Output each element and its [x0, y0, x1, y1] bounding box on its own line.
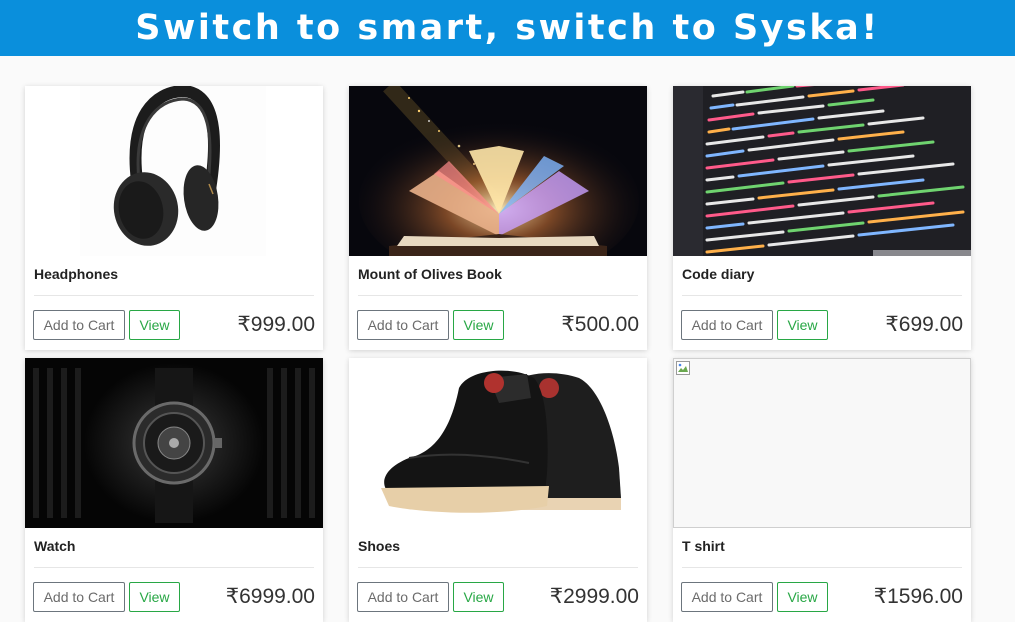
product-price: ₹699.00	[885, 313, 963, 336]
product-title: T shirt	[682, 538, 725, 554]
divider	[358, 295, 638, 296]
add-to-cart-button[interactable]: Add to Cart	[33, 310, 125, 340]
product-title: Shoes	[358, 538, 401, 554]
add-to-cart-button[interactable]: Add to Cart	[681, 310, 773, 340]
view-button[interactable]: View	[453, 582, 504, 612]
header-banner: Switch to smart, switch to Syska!	[0, 0, 1015, 56]
product-price: ₹1596.00	[873, 585, 963, 608]
product-image-shoes[interactable]	[349, 358, 647, 528]
divider	[34, 295, 314, 296]
product-title: Code diary	[682, 266, 755, 282]
product-card: T shirt Add to Cart View ₹1596.00	[673, 358, 971, 622]
add-to-cart-button[interactable]: Add to Cart	[357, 310, 449, 340]
product-card: Mount of Olives Book Add to Cart View ₹5…	[349, 86, 647, 350]
product-card: Code diary Add to Cart View ₹699.00	[673, 86, 971, 350]
product-card: Shoes Add to Cart View ₹2999.00	[349, 358, 647, 622]
view-button[interactable]: View	[453, 310, 504, 340]
product-image-headphones[interactable]	[25, 86, 323, 256]
product-price: ₹6999.00	[225, 585, 315, 608]
product-image-tshirt[interactable]	[673, 358, 971, 528]
broken-image-icon	[676, 361, 690, 375]
product-image-watch[interactable]	[25, 358, 323, 528]
view-button[interactable]: View	[129, 310, 180, 340]
product-price: ₹500.00	[561, 313, 639, 336]
view-button[interactable]: View	[777, 310, 828, 340]
view-button[interactable]: View	[777, 582, 828, 612]
product-price: ₹2999.00	[549, 585, 639, 608]
product-title: Headphones	[34, 266, 119, 282]
product-image-code[interactable]	[673, 86, 971, 256]
divider	[682, 567, 962, 568]
product-price: ₹999.00	[237, 313, 315, 336]
view-button[interactable]: View	[129, 582, 180, 612]
add-to-cart-button[interactable]: Add to Cart	[357, 582, 449, 612]
product-card: Watch Add to Cart View ₹6999.00	[25, 358, 323, 622]
product-title: Watch	[34, 538, 76, 554]
divider	[358, 567, 638, 568]
product-image-book[interactable]	[349, 86, 647, 256]
add-to-cart-button[interactable]: Add to Cart	[33, 582, 125, 612]
banner-title: Switch to smart, switch to Syska!	[135, 7, 880, 48]
product-card: Headphones Add to Cart View ₹999.00	[25, 86, 323, 350]
add-to-cart-button[interactable]: Add to Cart	[681, 582, 773, 612]
product-title: Mount of Olives Book	[358, 266, 502, 282]
divider	[34, 567, 314, 568]
divider	[682, 295, 962, 296]
